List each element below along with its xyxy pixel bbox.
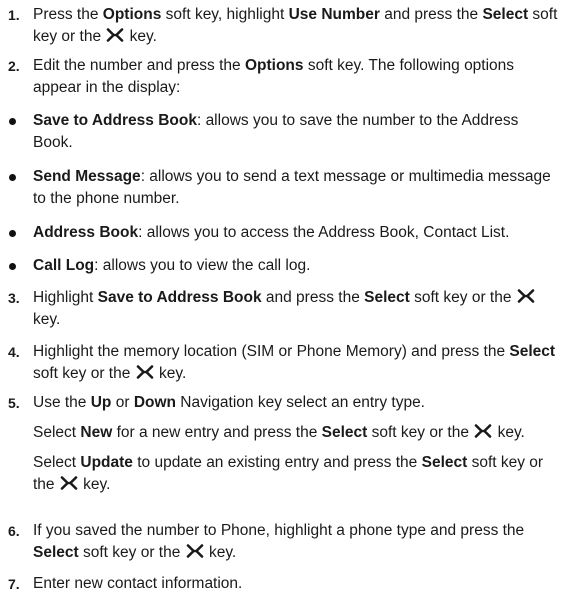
step-number: 7. <box>8 576 20 592</box>
option-call-log: Call Log: allows you to view the call lo… <box>0 255 584 277</box>
step-number: 3. <box>8 290 20 306</box>
option-save-to-address-book: Save to Address Book: allows you to save… <box>0 110 584 154</box>
step-number: 2. <box>8 58 20 74</box>
step-number: 6. <box>8 523 20 539</box>
step-number: 4. <box>8 344 20 360</box>
ok-key-icon <box>474 424 492 438</box>
step-6: 6. If you saved the number to Phone, hig… <box>8 522 525 561</box>
ok-key-icon <box>517 289 535 303</box>
option-address-book: Address Book: allows you to access the A… <box>0 222 584 244</box>
ok-key-icon <box>186 544 204 558</box>
option-send-message: Send Message: allows you to send a text … <box>0 166 584 210</box>
step-2: 2. Edit the number and press the Options… <box>8 57 515 96</box>
step-number: 5. <box>8 395 20 411</box>
bullet-icon <box>9 118 16 125</box>
bullet-icon <box>9 174 16 181</box>
bullet-icon <box>9 230 16 237</box>
step-7: 7. Enter new contact information. <box>0 573 584 595</box>
ok-key-icon <box>60 476 78 490</box>
step-1: 1. Press the Options soft key, highlight… <box>8 6 558 45</box>
step-5: 5. Use the Up or Down Navigation key sel… <box>8 394 544 493</box>
step-4: 4. Highlight the memory location (SIM or… <box>8 343 556 382</box>
ok-key-icon <box>136 365 154 379</box>
ok-key-icon <box>106 28 124 42</box>
bullet-icon <box>9 263 16 270</box>
step-3: 3. Highlight Save to Address Book and pr… <box>0 287 584 331</box>
step-number: 1. <box>8 7 20 23</box>
